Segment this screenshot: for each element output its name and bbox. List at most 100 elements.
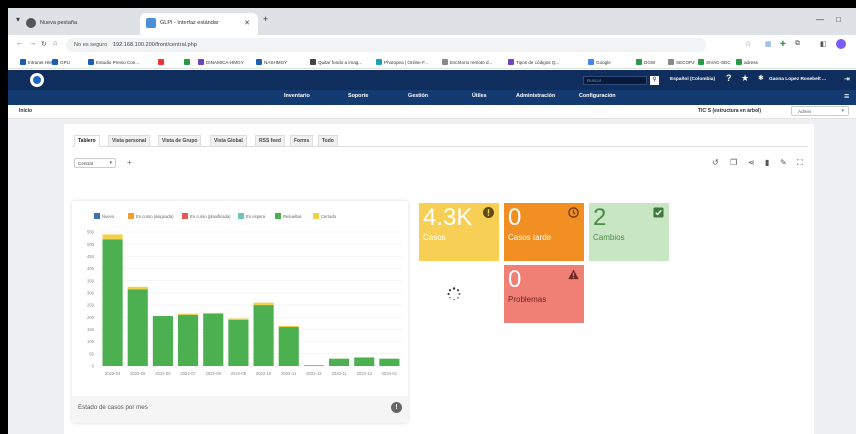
favorites-star-icon[interactable]: ★ xyxy=(741,73,749,84)
tile-casos-tarde[interactable]: 0 Casos tarde xyxy=(504,203,584,261)
tile-casos[interactable]: 4.3K Casos xyxy=(419,203,499,261)
bar-segment[interactable] xyxy=(379,358,400,366)
legend-swatch[interactable] xyxy=(313,213,319,219)
forward-icon[interactable]: → xyxy=(29,40,36,47)
bar-segment[interactable] xyxy=(278,325,299,328)
new-tab-button[interactable]: + xyxy=(263,14,268,24)
bar-segment[interactable] xyxy=(253,302,274,306)
edit-icon[interactable]: ✎ xyxy=(780,158,787,167)
bar-segment[interactable] xyxy=(278,327,299,366)
share-icon[interactable]: ⋖ xyxy=(748,158,755,167)
bookmark-item[interactable]: adress xyxy=(736,59,758,65)
delete-icon[interactable]: ▮ xyxy=(765,158,769,167)
back-icon[interactable]: ← xyxy=(16,40,23,47)
bar-segment[interactable] xyxy=(354,357,375,366)
bar-segment[interactable] xyxy=(127,286,148,290)
tab-tablero[interactable]: Tablero xyxy=(74,135,100,147)
bar-segment[interactable] xyxy=(102,239,123,366)
tab-rss-feed[interactable]: RSS feed xyxy=(255,135,285,147)
tile-problemas[interactable]: 0 Problemas xyxy=(504,265,584,323)
maximize-icon[interactable]: □ xyxy=(836,15,841,24)
reload-icon[interactable]: ↻ xyxy=(41,40,47,48)
legend-swatch[interactable] xyxy=(128,213,134,219)
tile-cambios[interactable]: 2 Cambios xyxy=(589,203,669,261)
not-secure-label[interactable]: No es seguro xyxy=(74,42,107,48)
bar-segment[interactable] xyxy=(303,365,324,366)
bookmark-item[interactable]: Tipos de códigos Q... xyxy=(508,59,559,65)
bar-segment[interactable] xyxy=(178,314,199,366)
tab-glpi[interactable]: GLPI - Interfaz estándar ✕ xyxy=(140,13,258,35)
gear-icon[interactable]: ✱ xyxy=(758,74,764,82)
puzzle-icon[interactable]: ⧉ xyxy=(795,40,800,48)
info-icon[interactable]: ! xyxy=(391,402,402,413)
breadcrumb-home[interactable]: Inicio xyxy=(19,108,32,114)
bookmark-item[interactable] xyxy=(184,59,192,65)
tab-vista-global[interactable]: Vista Global xyxy=(210,135,247,147)
close-icon[interactable]: ✕ xyxy=(244,19,250,27)
legend-label[interactable]: En curso (asignada) xyxy=(136,214,174,219)
bookmark-item[interactable]: SIVAC-SDC xyxy=(698,59,731,65)
bar-segment[interactable] xyxy=(152,316,173,366)
tab-forms[interactable]: Forms xyxy=(290,135,314,147)
language-selector[interactable]: Español (Colombia) xyxy=(670,77,715,82)
bookmark-item[interactable]: Escritorio remoto d... xyxy=(442,59,492,65)
legend-label[interactable]: En curso (planificada) xyxy=(190,214,231,219)
profile-select[interactable]: Admin ▾ xyxy=(791,106,849,116)
legend-swatch[interactable] xyxy=(275,213,281,219)
user-menu[interactable]: Gaona Lopez Rosebelt ... xyxy=(769,77,826,82)
bookmark-item[interactable]: DINAMICA-HMGY xyxy=(198,59,244,65)
menu-gestion[interactable]: Gestión xyxy=(408,93,428,99)
minimize-icon[interactable]: — xyxy=(816,15,824,24)
url-field[interactable]: No es seguro 192.168.100.200/front/centr… xyxy=(66,38,706,52)
bar-segment[interactable] xyxy=(228,319,249,366)
legend-label[interactable]: En espera xyxy=(246,214,266,219)
bar-segment[interactable] xyxy=(228,318,249,320)
bar-segment[interactable] xyxy=(102,234,123,240)
menu-administracion[interactable]: Administración xyxy=(516,93,555,99)
legend-swatch[interactable] xyxy=(94,213,100,219)
legend-label[interactable]: Resueltas xyxy=(283,214,302,219)
bar-segment[interactable] xyxy=(329,358,350,366)
bookmark-item[interactable]: Google xyxy=(588,59,611,65)
legend-swatch[interactable] xyxy=(238,213,244,219)
legend-swatch[interactable] xyxy=(182,213,188,219)
star-icon[interactable]: ☆ xyxy=(745,40,751,48)
tab-vista-grupo[interactable]: Vista de Grupo xyxy=(158,135,202,147)
bar-segment[interactable] xyxy=(178,313,199,315)
legend-label[interactable]: Cerrado xyxy=(321,214,337,219)
bookmark-item[interactable]: Estudio Previo Con... xyxy=(88,59,139,65)
bar-segment[interactable] xyxy=(253,305,274,366)
clone-icon[interactable]: ❐ xyxy=(730,158,737,167)
bookmark-item[interactable]: DGW xyxy=(636,59,655,65)
help-icon[interactable]: ? xyxy=(726,73,732,83)
hamburger-icon[interactable]: ≡ xyxy=(844,91,849,101)
logout-icon[interactable]: ⇥ xyxy=(844,75,850,83)
tab-vista-personal[interactable]: Vista personal xyxy=(108,135,151,147)
bookmark-item[interactable]: Quitar fondo a imag... xyxy=(310,59,362,65)
menu-inventario[interactable]: Inventario xyxy=(284,93,310,99)
bar-segment[interactable] xyxy=(203,313,224,366)
home-icon[interactable]: ⌂ xyxy=(53,40,57,47)
add-dashboard-button[interactable]: + xyxy=(127,158,132,167)
bookmark-item[interactable]: Photopea | Online F... xyxy=(376,59,428,65)
bookmark-item[interactable]: GPU xyxy=(52,59,70,65)
sidepanel-icon[interactable]: ◧ xyxy=(820,40,827,48)
dashboard-select[interactable]: Central ▾ xyxy=(74,158,116,168)
menu-soporte[interactable]: Soporte xyxy=(348,93,368,99)
history-icon[interactable]: ↺ xyxy=(712,158,719,167)
entity-selector[interactable]: TIC´S (estructura en árbol) xyxy=(698,108,761,114)
extension-icon[interactable]: ▦ xyxy=(765,40,772,48)
bookmark-item[interactable] xyxy=(158,59,166,65)
extension2-icon[interactable]: ✚ xyxy=(780,40,786,48)
tab-todo[interactable]: Todo xyxy=(318,135,338,147)
search-icon[interactable]: ⚲ xyxy=(650,76,659,85)
menu-configuracion[interactable]: Configuración xyxy=(579,93,616,99)
legend-label[interactable]: Nuevo xyxy=(102,214,115,219)
profile-avatar[interactable] xyxy=(836,39,846,49)
glpi-logo[interactable] xyxy=(30,73,44,87)
search-input[interactable]: Buscar xyxy=(583,76,647,85)
bar-segment[interactable] xyxy=(203,312,224,314)
bookmark-item[interactable]: NASHMGY xyxy=(256,59,287,65)
bookmark-item[interactable]: SECOP2 xyxy=(668,59,695,65)
bar-segment[interactable] xyxy=(127,289,148,366)
